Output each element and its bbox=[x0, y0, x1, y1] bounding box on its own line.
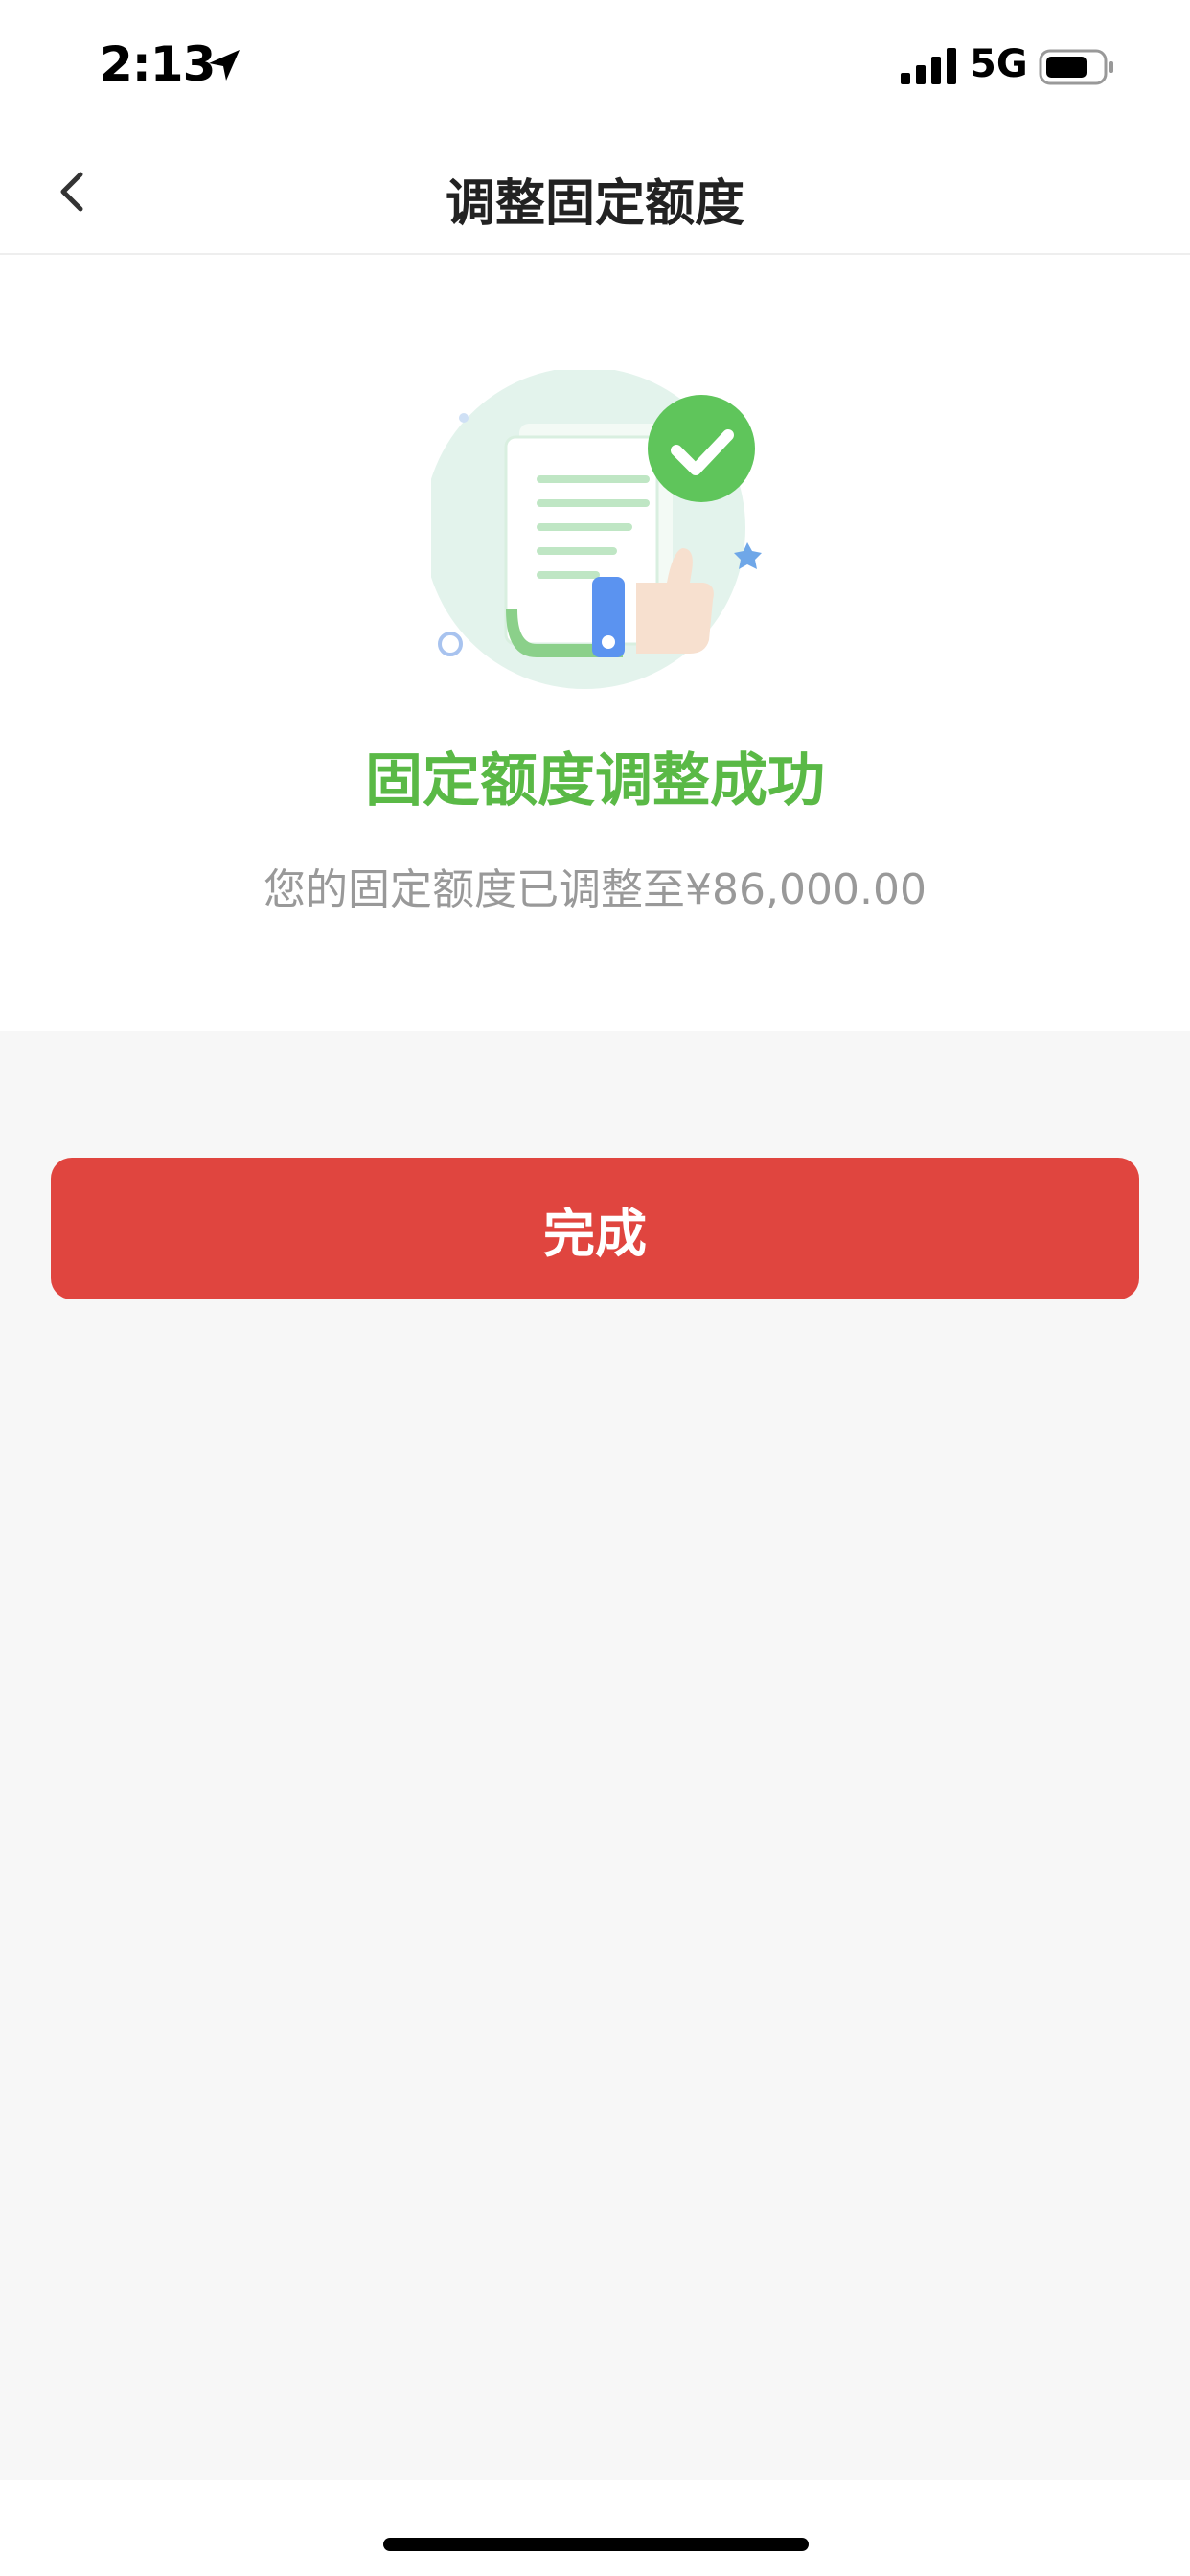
home-indicator-area bbox=[0, 2480, 1190, 2576]
page-title: 调整固定额度 bbox=[445, 175, 744, 233]
battery-icon bbox=[1039, 49, 1113, 85]
network-type: 5G bbox=[970, 42, 1028, 86]
location-arrow-icon bbox=[209, 50, 240, 80]
signal-icon bbox=[901, 48, 956, 84]
nav-bar: 调整固定额度 bbox=[0, 134, 1190, 255]
document-thumbs-up-check-icon bbox=[431, 370, 762, 689]
result-description: 您的固定额度已调整至¥86,000.00 bbox=[263, 865, 927, 914]
status-bar: 2:13 5G bbox=[0, 0, 1190, 134]
home-indicator[interactable] bbox=[383, 2538, 809, 2551]
result-card: 固定额度调整成功 您的固定额度已调整至¥86,000.00 bbox=[0, 255, 1190, 1031]
done-button[interactable]: 完成 bbox=[51, 1158, 1139, 1300]
status-time: 2:13 bbox=[100, 36, 216, 92]
result-title: 固定额度调整成功 bbox=[365, 748, 825, 815]
